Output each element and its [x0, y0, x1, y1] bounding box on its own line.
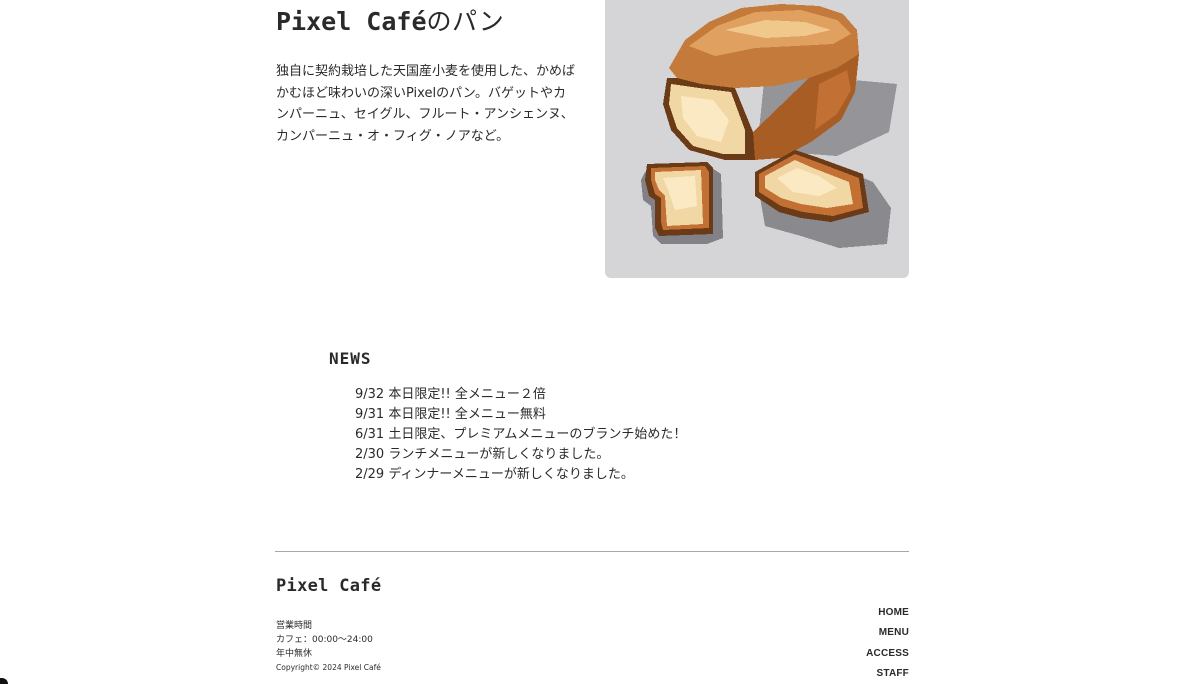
- footer-nav-access[interactable]: ACCESS: [866, 648, 909, 659]
- copyright: Copyright© 2024 Pixel Café: [276, 663, 381, 672]
- pixel-bread-illustration: [641, 4, 897, 248]
- news-item[interactable]: 2/30 ランチメニューが新しくなりました。: [355, 445, 686, 465]
- page: Pixel Caféのパン 独自に契約栽培した天国産小麦を使用した、かめば かむ…: [0, 0, 1179, 684]
- intro-title-brand: Pixel Café: [276, 7, 427, 36]
- intro-description-line: カンパーニュ・オ・フィグ・ノアなど。: [276, 128, 510, 144]
- news-heading: NEWS: [329, 349, 372, 368]
- window-corner: [0, 678, 8, 684]
- business-hours-line: 営業時間: [276, 621, 313, 631]
- footer-logo[interactable]: Pixel Café: [276, 576, 381, 596]
- intro-description: 独自に契約栽培した天国産小麦を使用した、かめば かむほど味わいの深いPixelの…: [276, 61, 596, 147]
- footer-nav-staff[interactable]: STAFF: [877, 668, 909, 679]
- intro-description-line: ンパーニュ、セイグル、フルート・アンシェンヌ、: [276, 107, 574, 122]
- intro-description-line: 独自に契約栽培した天国産小麦を使用した、かめば: [276, 64, 576, 79]
- intro-description-line: かむほど味わいの深いPixelのパン。バゲットやカ: [276, 85, 566, 101]
- intro-title-suffix: のパン: [426, 7, 505, 36]
- footer-nav: HOME MENU ACCESS STAFF: [866, 600, 909, 682]
- footer-nav-menu[interactable]: MENU: [879, 627, 909, 638]
- bread-image: [605, 0, 909, 278]
- news-item[interactable]: 9/32 本日限定!! 全メニュー２倍: [355, 385, 686, 405]
- intro-title: Pixel Caféのパン: [276, 2, 504, 38]
- business-hours-line: カフェ：00:00〜24:00: [276, 635, 373, 645]
- business-hours-line: 年中無休: [276, 649, 313, 659]
- news-item[interactable]: 6/31 土日限定、プレミアムメニューのブランチ始めた！: [355, 425, 686, 445]
- footer-nav-home[interactable]: HOME: [878, 607, 909, 618]
- footer-divider: [275, 551, 909, 552]
- news-item[interactable]: 2/29 ディンナーメニューが新しくなりました。: [355, 465, 686, 485]
- news-item[interactable]: 9/31 本日限定!! 全メニュー無料: [355, 405, 686, 425]
- business-hours: 営業時間 カフェ：00:00〜24:00 年中無休: [276, 619, 373, 661]
- news-list: 9/32 本日限定!! 全メニュー２倍 9/31 本日限定!! 全メニュー無料 …: [355, 385, 686, 485]
